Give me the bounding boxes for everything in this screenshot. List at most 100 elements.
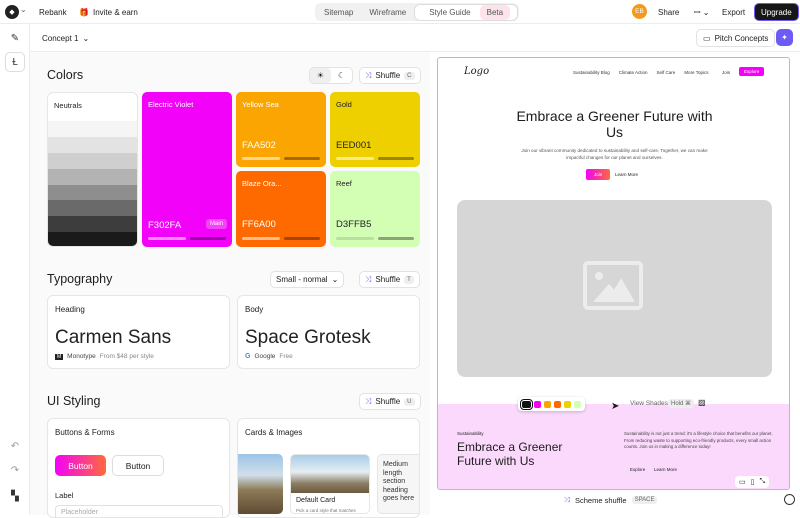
website-preview: Logo Sustainability Blog Climate Action …	[437, 57, 790, 490]
medium-card[interactable]: Medium length section heading goes here	[377, 454, 419, 514]
sparkle-button[interactable]: ✦	[776, 29, 793, 46]
preview-nav: Sustainability Blog Climate Action Self …	[573, 70, 709, 75]
theme-toggle[interactable]: ☀ ☾	[309, 67, 353, 84]
mountain-image	[291, 455, 369, 493]
google-icon: G	[245, 353, 251, 360]
moon-icon[interactable]: ☾	[331, 68, 352, 83]
shade-dot-orange[interactable]	[554, 400, 561, 408]
version-menu-icon[interactable]: ꟷ ⌄	[688, 3, 715, 21]
export-button[interactable]: Export	[716, 3, 751, 21]
image-icon	[583, 261, 643, 310]
device-toggle: ▭ ▯ ⤡	[735, 476, 770, 488]
heading-label: Heading	[55, 305, 85, 314]
left-rail: ✎ Ɫ ↶ ↷ ▚	[0, 24, 30, 515]
primary-button[interactable]: Button	[55, 455, 106, 476]
shuffle-icon: ⤨	[365, 70, 372, 80]
typography-tool-icon[interactable]: Ɫ	[5, 52, 25, 72]
body-font-card[interactable]: Body Space Grotesk G Google Free	[237, 295, 420, 369]
tab-sitemap[interactable]: Sitemap	[317, 5, 360, 20]
shade-dot-neutral[interactable]	[520, 398, 533, 410]
invite-button[interactable]: 🎁 Invite & earn	[73, 3, 144, 21]
upgrade-button[interactable]: Upgrade	[754, 3, 799, 21]
buttons-forms-title: Buttons & Forms	[55, 428, 115, 437]
type-size-select[interactable]: Small - normal ⌄	[270, 271, 345, 288]
hero-join-button[interactable]: Join	[586, 169, 611, 180]
sun-icon[interactable]: ☀	[310, 68, 331, 83]
canvas-toolbar: Concept 1 ⌄ ▭ Pitch Concepts ✦	[30, 24, 800, 52]
swatch-gold[interactable]: Gold EED001	[330, 92, 420, 167]
card-description: Pick a card style that matches	[296, 508, 356, 513]
shuffle-label: Shuffle	[375, 275, 401, 284]
text-input[interactable]: Placeholder	[55, 505, 223, 517]
scheme-shuffle-button[interactable]: ⤨ Scheme shuffle SPACE	[564, 495, 658, 505]
main-badge: Main	[206, 219, 228, 229]
swatch-reef[interactable]: Reef D3FFB5	[330, 171, 420, 247]
neutrals-label: Neutrals	[54, 101, 82, 110]
neutral-shade	[48, 184, 137, 201]
colors-shuffle-button[interactable]: ⤨ Shuffle C	[359, 67, 421, 84]
share-label: Share	[658, 7, 680, 17]
swatch-hex: F302FA	[148, 220, 182, 231]
nav-link[interactable]: Self Care	[657, 70, 676, 75]
typography-title: Typography	[47, 272, 113, 286]
default-card[interactable]: Default Card Pick a card style that matc…	[290, 454, 370, 514]
shade-dot-gold[interactable]	[564, 400, 571, 408]
hero-learn-more[interactable]: Learn More	[615, 172, 638, 177]
shade-dot-violet[interactable]	[534, 400, 541, 408]
gift-icon: 🎁	[79, 7, 89, 17]
shade-bar-dark	[284, 157, 320, 160]
nav-link[interactable]: More Topics	[684, 70, 708, 75]
shade-bar-dark	[378, 237, 414, 240]
tab-wireframe[interactable]: Wireframe	[362, 5, 413, 20]
section-title: Embrace a Greener Future with Us	[457, 440, 563, 468]
shuffle-label: Shuffle	[375, 71, 401, 80]
components-icon[interactable]: ▚	[5, 486, 25, 506]
expand-icon[interactable]: ⤡	[759, 478, 765, 486]
share-button[interactable]: Share	[652, 3, 685, 21]
redo-icon[interactable]: ↷	[5, 460, 25, 480]
rebank-label: Rebank	[39, 7, 67, 17]
pitch-concepts-button[interactable]: ▭ Pitch Concepts	[696, 29, 776, 47]
project-menu-chevron-icon[interactable]: ⌄	[20, 5, 27, 14]
desktop-icon[interactable]: ▭	[739, 478, 746, 486]
swatch-electric-violet[interactable]: Electric Violet F302FA Main	[142, 92, 232, 247]
neutral-shade	[48, 168, 137, 185]
section-explore-link[interactable]: Explore	[630, 467, 645, 472]
nav-join[interactable]: Join	[722, 70, 730, 75]
nav-link[interactable]: Sustainability Blog	[573, 70, 610, 75]
rebank-button[interactable]: Rebank	[33, 3, 73, 21]
swatch-blaze-orange[interactable]: Blaze Ora... FF6A00	[236, 171, 326, 247]
form-label: Label	[55, 491, 74, 500]
shortcut-key: U	[404, 397, 415, 406]
image-icon[interactable]: ▨	[698, 398, 706, 407]
shade-dot-reef[interactable]	[574, 400, 581, 408]
mobile-icon[interactable]: ▯	[751, 478, 755, 486]
section-learn-more[interactable]: Learn More	[654, 467, 677, 472]
secondary-button[interactable]: Button	[112, 455, 164, 476]
shade-dot-yellow[interactable]	[544, 400, 551, 408]
concept-dropdown[interactable]: Concept 1 ⌄	[36, 29, 95, 47]
swatch-yellow-sea[interactable]: Yellow Sea FAA502	[236, 92, 326, 167]
magic-wand-icon[interactable]: ✎	[5, 28, 25, 48]
hero-image-placeholder	[457, 200, 772, 377]
swatch-name: Yellow Sea	[242, 100, 279, 109]
help-icon[interactable]	[784, 494, 795, 505]
nav-explore-button[interactable]: Explore	[739, 67, 765, 76]
heading-font-card[interactable]: Heading Carmen Sans M Monotype From $48 pe…	[47, 295, 230, 369]
tab-style-guide[interactable]: Style Guide Beta	[415, 4, 518, 20]
undo-icon[interactable]: ↶	[5, 436, 25, 456]
app-logo-icon[interactable]: ◆	[5, 5, 19, 19]
neutrals-swatch[interactable]: Neutrals	[47, 92, 138, 247]
shade-bar-light	[242, 157, 280, 160]
shuffle-label: Shuffle	[375, 397, 401, 406]
nav-link[interactable]: Climate Action	[619, 70, 648, 75]
shuffle-icon: ⤨	[365, 274, 372, 284]
shuffle-icon: ⤨	[365, 396, 372, 406]
ui-shuffle-button[interactable]: ⤨ Shuffle U	[359, 393, 421, 410]
neutral-shades	[48, 121, 137, 246]
section-eyebrow: Sustainability	[457, 431, 484, 436]
view-tabs: Sitemap Wireframe Style Guide Beta	[315, 3, 520, 21]
shade-bar-light	[148, 237, 186, 240]
typography-shuffle-button[interactable]: ⤨ Shuffle T	[359, 271, 420, 288]
avatar[interactable]: EB	[632, 4, 647, 19]
